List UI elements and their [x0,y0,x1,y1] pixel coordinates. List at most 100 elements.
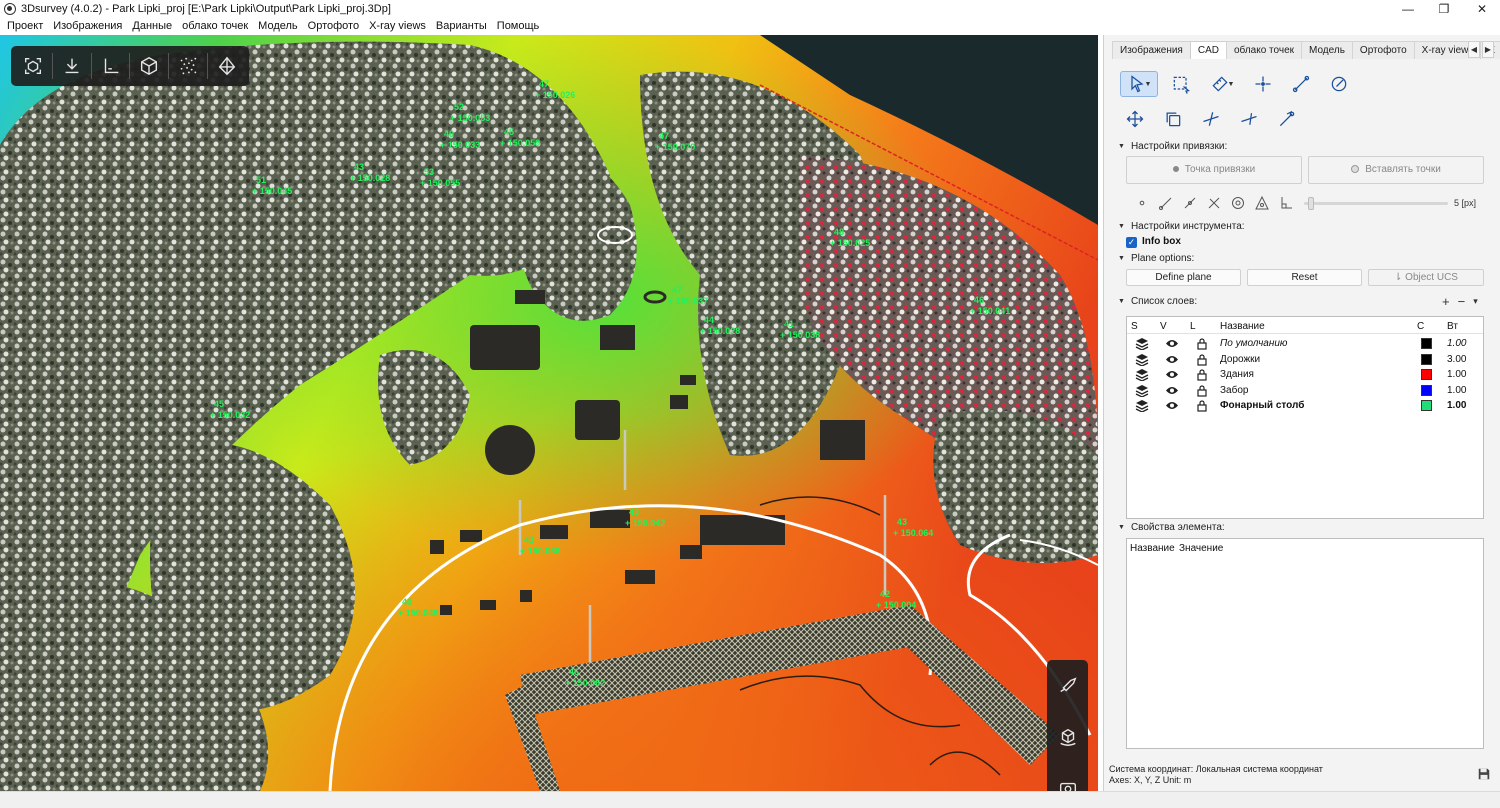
menu-images[interactable]: Изображения [48,18,127,35]
layer-weight[interactable]: 1.00 [1447,367,1466,382]
snap-midpoint-icon[interactable] [1178,193,1202,213]
prop-col-name[interactable]: Название [1130,543,1175,554]
plane-options-header[interactable]: ▼ Plane options: [1118,253,1194,264]
snap-intersection-icon[interactable] [1202,193,1226,213]
tab-orthophoto[interactable]: Ортофото [1351,41,1415,59]
box-icon[interactable] [132,49,166,83]
menu-variants[interactable]: Варианты [431,18,492,35]
col-color[interactable]: C [1417,319,1424,334]
lock-icon[interactable] [1195,353,1209,366]
eye-icon[interactable] [1165,353,1179,366]
layer-stack-icon[interactable] [1135,399,1149,413]
line-tool-button[interactable] [1286,71,1316,97]
menu-model[interactable]: Модель [253,18,302,35]
prop-col-value[interactable]: Значение [1179,543,1223,554]
layer-stack-icon[interactable] [1135,368,1149,382]
add-layer-button[interactable]: + [1442,294,1450,309]
snap-radius-slider[interactable] [1304,197,1448,210]
eye-icon[interactable] [1165,384,1179,397]
measure-icon[interactable] [1051,669,1085,703]
snap-center-icon[interactable] [1226,193,1250,213]
element-properties-header[interactable]: ▼ Свойства элемента: [1118,522,1225,533]
tab-model[interactable]: Модель [1301,41,1353,59]
layer-menu-button[interactable]: ▾ [1473,296,1478,307]
tool-settings-header[interactable]: ▼ Настройки инструмента: [1118,221,1245,232]
layer-color-swatch[interactable] [1421,384,1432,396]
layer-weight[interactable]: 3.00 [1447,352,1466,367]
view-cube-icon[interactable] [16,49,50,83]
layer-row[interactable]: Забор 1.00 [1127,383,1483,398]
tab-scroll-left-button[interactable]: ◀ [1468,41,1480,58]
layer-color-swatch[interactable] [1421,400,1432,411]
menu-help[interactable]: Помощь [492,18,545,35]
3d-viewport[interactable]: 42 + 150.004 43 + 150.064 43 + 150.042 43 + 150… [0,35,1098,791]
save-icon[interactable] [1477,767,1491,781]
rect-select-tool-button[interactable] [1166,71,1196,97]
ruler-dropdown-icon[interactable]: ▼ [1228,81,1235,88]
define-plane-button[interactable]: Define plane [1126,269,1241,286]
layer-row[interactable]: По умолчанию 1.00 [1127,336,1483,351]
layer-list-header[interactable]: ▼ Список слоев: [1118,296,1197,307]
select-tool-button[interactable]: ▼ [1120,71,1158,97]
lock-icon[interactable] [1195,399,1209,412]
snap-point-button[interactable]: Точка привязки [1126,156,1302,184]
slider-handle[interactable] [1308,197,1315,210]
remove-layer-button[interactable]: − [1458,294,1466,309]
close-button[interactable]: ✕ [1464,0,1500,18]
circle-edit-tool-button[interactable] [1324,71,1354,97]
snap-settings-header[interactable]: ▼ Настройки привязки: [1118,141,1227,152]
move-tool-button[interactable] [1120,106,1150,132]
col-name[interactable]: Название [1220,319,1265,334]
col-weight[interactable]: Вт [1447,319,1458,334]
lock-icon[interactable] [1195,337,1209,350]
polyline-tool-button[interactable] [1272,106,1302,132]
crosshair-tool-button[interactable] [1248,71,1278,97]
layer-row[interactable]: Фонарный столб 1.00 [1127,398,1483,413]
layer-color-swatch[interactable] [1421,369,1432,380]
minimize-button[interactable]: — [1390,0,1426,18]
maximize-button[interactable]: ❐ [1426,0,1462,18]
trim-tool-button[interactable] [1196,106,1226,132]
eye-icon[interactable] [1165,399,1179,412]
object-ucs-button[interactable]: ⇂ Object UCS [1368,269,1484,286]
ruler-tool-button[interactable]: ▼ [1204,71,1240,97]
layer-weight[interactable]: 1.00 [1447,383,1466,398]
tab-cad[interactable]: CAD [1189,41,1227,59]
copy-tool-button[interactable] [1158,106,1188,132]
reset-button[interactable]: Reset [1247,269,1362,286]
layer-row[interactable]: Дорожки 3.00 [1127,352,1483,367]
insert-points-button[interactable]: Вставлять точки [1308,156,1484,184]
download-icon[interactable] [55,49,89,83]
menu-point-cloud[interactable]: облако точек [177,18,253,35]
menu-xray-views[interactable]: X-ray views [364,18,431,35]
tab-point-cloud[interactable]: облако точек [1225,41,1303,59]
col-l[interactable]: L [1190,319,1196,334]
layer-color-swatch[interactable] [1421,353,1432,365]
layer-weight[interactable]: 1.00 [1447,398,1466,413]
point-cloud-render[interactable]: 42+ 150.00443+ 150.06443+ 150.04243+ 150… [0,35,1098,791]
snap-endpoint-icon[interactable] [1154,193,1178,213]
layer-weight[interactable]: 1.00 [1447,336,1466,351]
axes-icon[interactable] [94,49,128,83]
select-dropdown-icon[interactable]: ▼ [1145,81,1152,88]
snap-point-icon[interactable] [1130,193,1154,213]
extend-tool-button[interactable] [1234,106,1264,132]
layer-stack-icon[interactable] [1135,353,1149,367]
snap-triangle-icon[interactable] [1250,193,1274,213]
menu-project[interactable]: Проект [2,18,48,35]
snap-perpendicular-icon[interactable] [1274,193,1298,213]
lock-icon[interactable] [1195,368,1209,381]
eye-icon[interactable] [1165,337,1179,350]
camera-icon[interactable] [1051,772,1085,791]
tab-images[interactable]: Изображения [1112,41,1191,59]
point-cloud-icon[interactable] [171,49,205,83]
layer-stack-icon[interactable] [1135,384,1149,398]
tab-scroll-right-button[interactable]: ▶ [1482,41,1494,58]
layer-stack-icon[interactable] [1135,337,1149,351]
col-v[interactable]: V [1160,319,1167,334]
lock-icon[interactable] [1195,384,1209,397]
layer-row[interactable]: Здания 1.00 [1127,367,1483,382]
eye-icon[interactable] [1165,368,1179,381]
col-s[interactable]: S [1131,319,1138,334]
menu-orthophoto[interactable]: Ортофото [303,18,364,35]
